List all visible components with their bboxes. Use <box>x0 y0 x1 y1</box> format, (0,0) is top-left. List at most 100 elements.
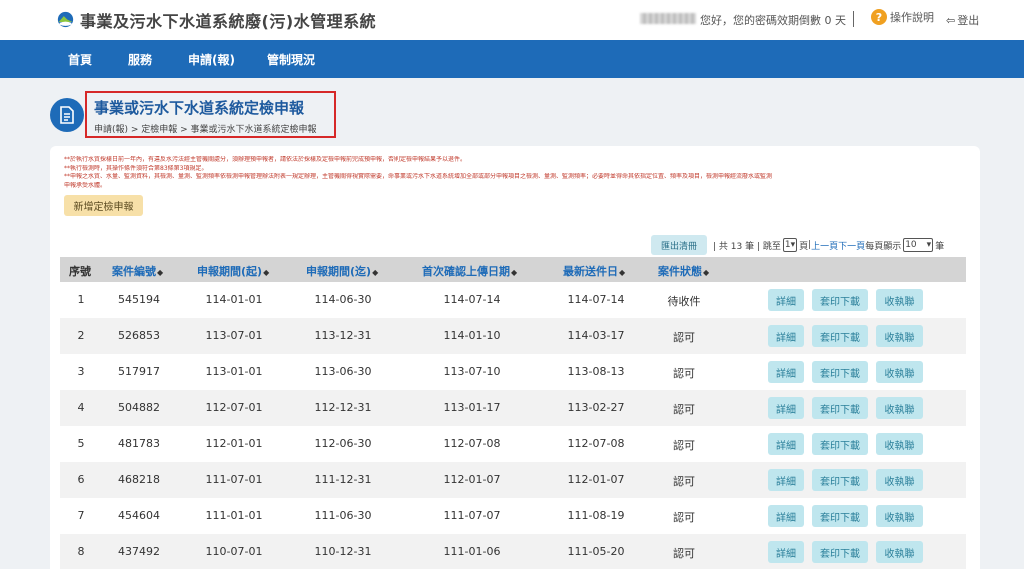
cell-first-upload: 113-07-10 <box>443 365 501 378</box>
column-header-start[interactable]: 申報期間(起)◆ <box>197 263 269 279</box>
cell-end: 110-12-31 <box>314 545 372 558</box>
sort-icon: ◆ <box>372 268 379 277</box>
detail-button[interactable]: 詳細 <box>768 541 804 563</box>
column-header-label: 申報期間(迄) <box>306 265 372 278</box>
cell-latest-submit: 113-08-13 <box>567 365 625 378</box>
print-download-button[interactable]: 套印下載 <box>812 541 868 563</box>
help-link[interactable]: ? 操作說明 <box>871 9 934 25</box>
column-header-first-upload[interactable]: 首次確認上傳日期◆ <box>422 263 517 279</box>
receipt-button[interactable]: 收執聯 <box>876 361 923 383</box>
receipt-button[interactable]: 收執聯 <box>876 289 923 311</box>
cell-end: 114-06-30 <box>314 293 372 306</box>
per-page-text: 每頁顯示 <box>865 241 902 252</box>
pager-controls: 匯出清冊 | 共 13 筆 | 跳至 1 ▾ 頁 | 上一頁 下一頁 每頁顯示 1… <box>651 235 944 255</box>
print-download-button[interactable]: 套印下載 <box>812 469 868 491</box>
detail-button[interactable]: 詳細 <box>768 325 804 347</box>
cell-end: 112-06-30 <box>314 437 372 450</box>
site-title: 事業及污水下水道系統廢(污)水管理系統 <box>80 12 377 31</box>
detail-button[interactable]: 詳細 <box>768 505 804 527</box>
cell-end: 113-06-30 <box>314 365 372 378</box>
detail-button[interactable]: 詳細 <box>768 469 804 491</box>
per-page-select-value: 10 <box>905 240 917 250</box>
receipt-button[interactable]: 收執聯 <box>876 541 923 563</box>
print-download-button[interactable]: 套印下載 <box>812 397 868 419</box>
nav-item-services[interactable]: 服務 <box>128 51 152 68</box>
note-line: **於執行水質採樣日前一年內，有違反水污法經主管機關處分，須辦理預申報者，請依法… <box>64 156 467 163</box>
nav-item-control-status[interactable]: 管制現況 <box>267 51 315 68</box>
nav-item-application[interactable]: 申請(報) <box>188 51 235 68</box>
cell-no: 4 <box>77 401 85 414</box>
username-blurred <box>640 13 696 24</box>
cell-case-id: 526853 <box>118 329 160 342</box>
column-header-label: 首次確認上傳日期 <box>422 265 510 278</box>
cell-latest-submit: 111-05-20 <box>567 545 625 558</box>
page-select[interactable]: 1 ▾ <box>782 238 798 252</box>
cell-latest-submit: 112-01-07 <box>567 473 625 486</box>
nav-item-home[interactable]: 首頁 <box>68 51 92 68</box>
cell-status: 認可 <box>673 439 695 452</box>
cell-case-id: 437492 <box>118 545 160 558</box>
cell-end: 111-06-30 <box>314 509 372 522</box>
print-download-button[interactable]: 套印下載 <box>812 361 868 383</box>
table-header: 序號 案件編號◆ 申報期間(起)◆ 申報期間(迄)◆ 首次確認上傳日期◆ 最新送… <box>60 257 966 282</box>
column-header-end[interactable]: 申報期間(迄)◆ <box>306 263 378 279</box>
table-row: 1 545194 114-01-01 114-06-30 114-07-14 114-07… <box>60 282 966 318</box>
cell-latest-submit: 113-02-27 <box>567 401 625 414</box>
divider <box>853 11 854 27</box>
note-line: **執行檢測時，其操作條件須符合第83條第3項規定。 <box>64 164 208 172</box>
table-row: 3 517917 113-01-01 113-06-30 113-07-10 113-08… <box>60 354 966 390</box>
per-page-unit: 筆 <box>935 241 945 252</box>
table-row: 4 504882 112-07-01 112-12-31 113-01-17 113-02… <box>60 390 966 426</box>
cell-latest-submit: 114-07-14 <box>567 293 625 306</box>
cell-start: 111-07-01 <box>205 473 263 486</box>
column-header-no: 序號 <box>69 265 91 278</box>
cell-first-upload: 113-01-17 <box>443 401 501 414</box>
cell-start: 111-01-01 <box>205 509 263 522</box>
cell-first-upload: 114-07-14 <box>443 293 501 306</box>
cell-first-upload: 112-01-07 <box>443 473 501 486</box>
cell-latest-submit: 114-03-17 <box>567 329 625 342</box>
page-select-value: 1 <box>784 240 791 250</box>
prev-page-link[interactable]: 上一頁 <box>811 239 838 252</box>
table-row: 5 481783 112-01-01 112-06-30 112-07-08 112-07… <box>60 426 966 462</box>
detail-button[interactable]: 詳細 <box>768 361 804 383</box>
page-header-highlight: 事業或污水下水道系統定檢申報 申請(報) > 定檢申報 > 事業或污水下水道系統… <box>85 91 336 138</box>
sort-icon: ◆ <box>263 268 270 277</box>
cell-case-id: 468218 <box>118 473 160 486</box>
detail-button[interactable]: 詳細 <box>768 433 804 455</box>
column-header-label: 最新送件日 <box>563 265 618 278</box>
next-page-link[interactable]: 下一頁 <box>838 239 865 252</box>
receipt-button[interactable]: 收執聯 <box>876 397 923 419</box>
cell-end: 111-12-31 <box>314 473 372 486</box>
receipt-button[interactable]: 收執聯 <box>876 433 923 455</box>
cell-case-id: 504882 <box>118 401 160 414</box>
sort-icon: ◆ <box>511 268 518 277</box>
receipt-button[interactable]: 收執聯 <box>876 325 923 347</box>
cell-no: 2 <box>77 329 85 342</box>
per-page-select[interactable]: 10 ▾ <box>903 238 934 252</box>
column-header-latest-submit[interactable]: 最新送件日◆ <box>563 263 625 279</box>
column-header-label: 案件狀態 <box>658 265 702 278</box>
export-list-button[interactable]: 匯出清冊 <box>651 235 707 255</box>
column-header-case-id[interactable]: 案件編號◆ <box>112 263 163 279</box>
column-header-label: 案件編號 <box>112 265 156 278</box>
sign-out-icon: ⇦ <box>946 13 956 27</box>
column-header-status[interactable]: 案件狀態◆ <box>658 263 709 279</box>
print-download-button[interactable]: 套印下載 <box>812 505 868 527</box>
total-count-text: | 共 13 筆 | 跳至 <box>713 241 781 252</box>
table-row: 7 454604 111-01-01 111-06-30 111-07-07 111-08… <box>60 498 966 534</box>
cell-no: 7 <box>77 509 85 522</box>
cell-start: 112-07-01 <box>205 401 263 414</box>
print-download-button[interactable]: 套印下載 <box>812 325 868 347</box>
page-unit: 頁 <box>799 241 809 252</box>
logout-link[interactable]: ⇦ 登出 <box>946 12 979 28</box>
detail-button[interactable]: 詳細 <box>768 397 804 419</box>
cell-case-id: 481783 <box>118 437 160 450</box>
receipt-button[interactable]: 收執聯 <box>876 469 923 491</box>
detail-button[interactable]: 詳細 <box>768 289 804 311</box>
receipt-button[interactable]: 收執聯 <box>876 505 923 527</box>
print-download-button[interactable]: 套印下載 <box>812 289 868 311</box>
print-download-button[interactable]: 套印下載 <box>812 433 868 455</box>
breadcrumb: 申請(報) > 定檢申報 > 事業或污水下水道系統定檢申報 <box>94 125 317 135</box>
add-inspection-button[interactable]: 新增定檢申報 <box>64 195 143 216</box>
